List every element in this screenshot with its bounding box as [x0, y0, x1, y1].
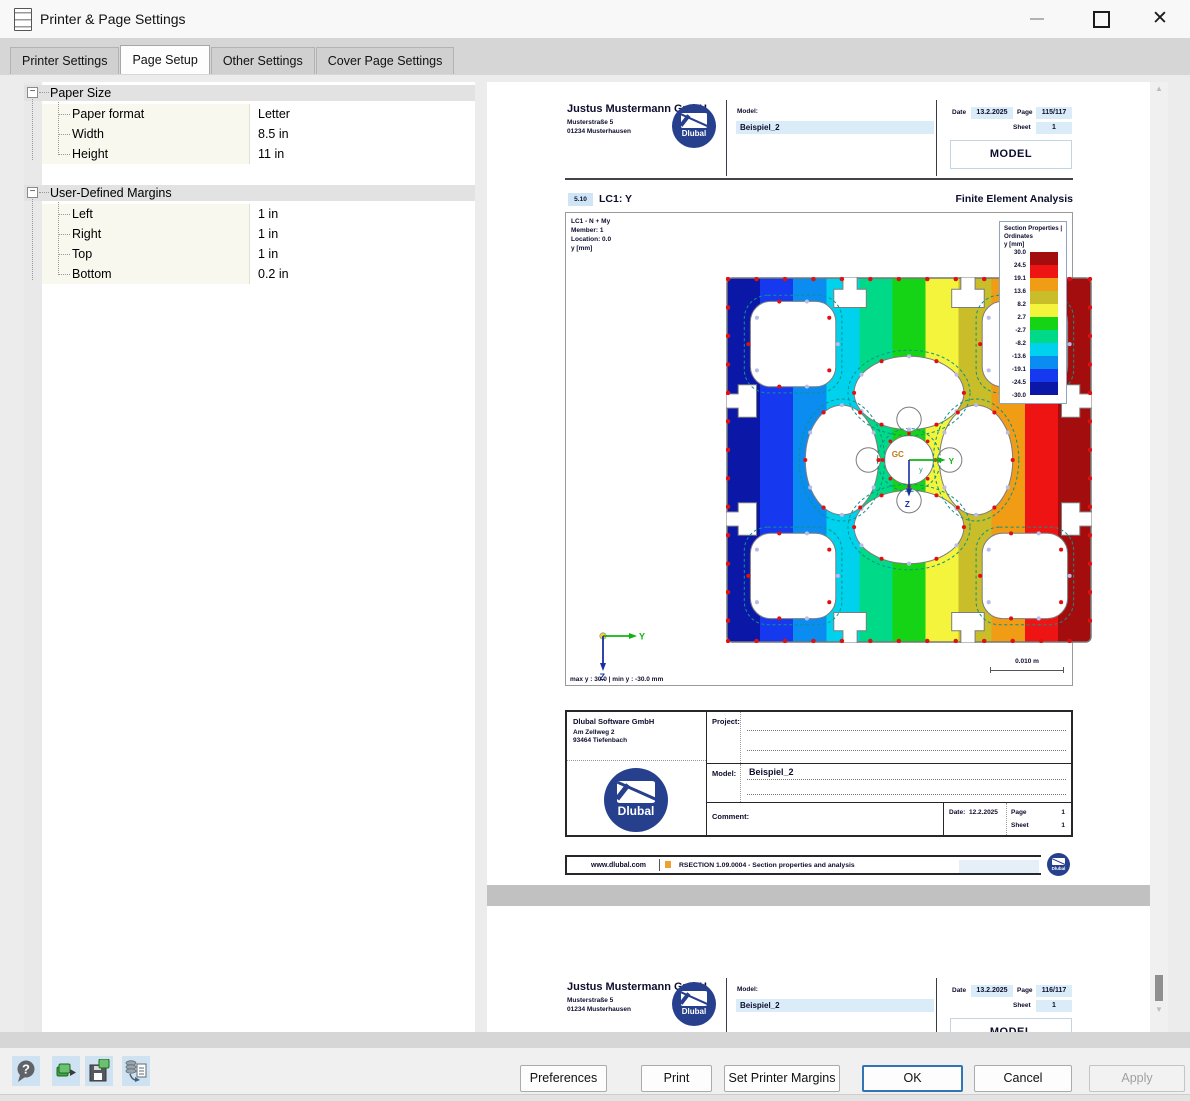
- default-save-icon[interactable]: [85, 1056, 113, 1086]
- window-title: Printer & Page Settings: [40, 0, 186, 38]
- fea-plot: LC1 - N + My Member: 1 Location: 0.0 y […: [565, 212, 1073, 686]
- close-button[interactable]: ✕: [1148, 5, 1172, 33]
- default-apply-icon[interactable]: [52, 1056, 80, 1086]
- collapse-icon[interactable]: −: [27, 187, 38, 198]
- tree-row-left[interactable]: Left1 in: [24, 204, 475, 224]
- scroll-up-icon[interactable]: ▲: [1150, 84, 1168, 93]
- model-field: Beispiel_2: [736, 121, 934, 134]
- svg-text:Y: Y: [949, 457, 955, 466]
- tree-row-paper-format[interactable]: Paper formatLetter: [24, 104, 475, 124]
- dlubal-logo: Dlubal: [672, 104, 716, 148]
- title-bar: Printer & Page Settings ✕: [0, 0, 1190, 38]
- model-label: Model:: [737, 108, 758, 115]
- dialog-toolbar: ?: [0, 1048, 1190, 1094]
- preferences-button[interactable]: Preferences: [520, 1065, 607, 1092]
- apply-button: Apply: [1089, 1065, 1185, 1092]
- tab-other-settings[interactable]: Other Settings: [211, 47, 315, 74]
- set-printer-margins-button[interactable]: Set Printer Margins: [724, 1065, 840, 1092]
- scale-bar: 0.010 m: [990, 658, 1064, 673]
- help-icon[interactable]: ?: [12, 1056, 40, 1086]
- tree-row-right[interactable]: Right1 in: [24, 224, 475, 244]
- settings-transfer-icon[interactable]: [122, 1056, 150, 1086]
- cancel-button[interactable]: Cancel: [974, 1065, 1072, 1092]
- tab-page-setup[interactable]: Page Setup: [120, 45, 209, 74]
- minmax-caption: max y : 30.0 | min y : -30.0 mm: [570, 676, 663, 683]
- tree-row-width[interactable]: Width8.5 in: [24, 124, 475, 144]
- separator-band: [0, 1032, 1190, 1048]
- model-label: Model:: [737, 986, 758, 993]
- svg-text:GC: GC: [892, 450, 904, 459]
- printer-page-settings-dialog: Printer & Page Settings ✕ Printer Settin…: [0, 0, 1190, 1101]
- preview-scrollbar[interactable]: ▲ ▼: [1150, 82, 1168, 1032]
- tree-section-paper-size[interactable]: −Paper Size: [24, 85, 475, 101]
- plot-info: LC1 - N + My Member: 1 Location: 0.0 y […: [571, 217, 611, 253]
- tree-row-top[interactable]: Top1 in: [24, 244, 475, 264]
- product-version: RSECTION 1.09.0004 - Section properties …: [679, 862, 855, 869]
- svg-text:y: y: [919, 466, 923, 474]
- report-section-line: 5.10 LC1: Y Finite Element Analysis: [565, 193, 1073, 207]
- dlubal-logo-small: Dlubal: [1047, 853, 1070, 876]
- tab-strip: Printer SettingsPage SetupOther Settings…: [0, 38, 1190, 75]
- section-title: LC1: Y: [599, 193, 632, 205]
- report-footer-block: Dlubal Software GmbH Am Zellweg 2 93464 …: [565, 710, 1073, 837]
- global-axes: Y Z: [596, 629, 646, 681]
- model-field: Beispiel_2: [736, 999, 934, 1012]
- svg-text:?: ?: [22, 1062, 30, 1077]
- empty-field: [959, 860, 1039, 873]
- minimize-button[interactable]: [1030, 18, 1044, 20]
- color-legend: Section Properties | Ordinates y [mm] 30…: [999, 221, 1067, 404]
- tab-printer-settings[interactable]: Printer Settings: [10, 47, 119, 74]
- print-preview[interactable]: Justus Mustermann GmbHMusterstraße 50123…: [487, 82, 1150, 1032]
- dlubal-logo: Dlubal: [604, 768, 668, 832]
- scrollbar-thumb[interactable]: [1155, 975, 1163, 1001]
- tree-row-bottom[interactable]: Bottom0.2 in: [24, 264, 475, 284]
- section-number-chip: 5.10: [568, 193, 593, 206]
- tree-section-user-defined-margins[interactable]: −User-Defined Margins: [24, 185, 475, 201]
- resize-strip: [0, 1094, 1190, 1101]
- section-right-title: Finite Element Analysis: [956, 193, 1073, 205]
- page-gap: [487, 885, 1150, 906]
- dlubal-logo: Dlubal: [672, 982, 716, 1026]
- document-icon: [14, 8, 32, 31]
- page-setup-panel: −Paper Size Paper formatLetterWidth8.5 in…: [24, 82, 475, 1032]
- orange-marker: [665, 861, 671, 868]
- scroll-down-icon[interactable]: ▼: [1150, 1005, 1168, 1014]
- report-header: Justus Mustermann GmbHMusterstraße 50123…: [565, 978, 1073, 1032]
- collapse-icon[interactable]: −: [27, 87, 38, 98]
- report-header: Justus Mustermann GmbHMusterstraße 50123…: [565, 100, 1073, 180]
- svg-text:Y: Y: [639, 632, 645, 642]
- model-box: MODEL: [950, 140, 1072, 169]
- tab-cover-page-settings[interactable]: Cover Page Settings: [316, 47, 455, 74]
- svg-text:Z: Z: [905, 500, 910, 509]
- tree-row-height[interactable]: Height11 in: [24, 144, 475, 164]
- maximize-button[interactable]: [1093, 11, 1110, 28]
- model-box: MODEL: [950, 1018, 1072, 1032]
- print-button[interactable]: Print: [641, 1065, 712, 1092]
- dlubal-url: www.dlubal.com: [591, 862, 646, 869]
- footer-model-value: Beispiel_2: [749, 767, 794, 777]
- report-bottom-bar: www.dlubal.com RSECTION 1.09.0004 - Sect…: [565, 855, 1073, 875]
- ok-button[interactable]: OK: [862, 1065, 963, 1092]
